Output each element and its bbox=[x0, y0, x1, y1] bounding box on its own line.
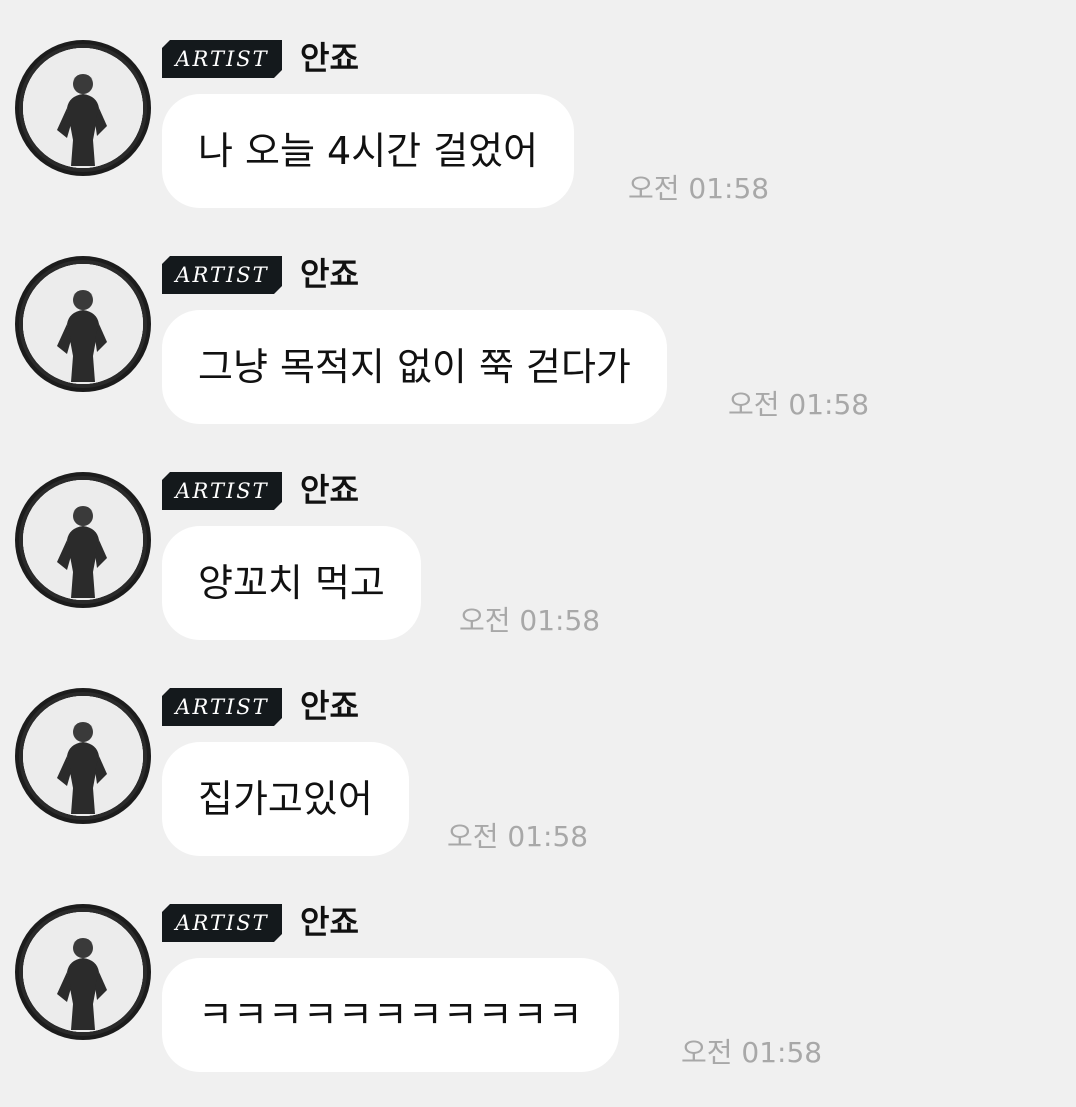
message-bubble[interactable]: 나 오늘 4시간 걸었어 bbox=[162, 94, 575, 208]
sender-name: 안죠 bbox=[300, 255, 359, 293]
avatar[interactable] bbox=[15, 40, 151, 176]
message-timestamp: 오전 01:58 bbox=[681, 1036, 823, 1069]
avatar[interactable] bbox=[15, 688, 151, 824]
avatar-photo-icon bbox=[23, 696, 143, 816]
chat-message: ARTIST 안죠 ㅋㅋㅋㅋㅋㅋㅋㅋㅋㅋㅋ 오전 01:58 bbox=[0, 903, 1076, 1104]
artist-badge: ARTIST bbox=[162, 40, 282, 78]
message-timestamp: 오전 01:58 bbox=[447, 820, 589, 853]
message-timestamp: 오전 01:58 bbox=[728, 388, 870, 421]
avatar-photo-icon bbox=[23, 264, 143, 384]
artist-badge: ARTIST bbox=[162, 904, 282, 942]
avatar-photo-icon bbox=[23, 480, 143, 600]
chat-thread: ARTIST 안죠 나 오늘 4시간 걸었어 오전 01:58 ARTIST 안… bbox=[0, 0, 1076, 1107]
chat-message: ARTIST 안죠 나 오늘 4시간 걸었어 오전 01:58 bbox=[0, 39, 1076, 240]
avatar[interactable] bbox=[15, 904, 151, 1040]
message-bubble[interactable]: 그냥 목적지 없이 쭉 걷다가 bbox=[162, 310, 667, 424]
message-bubble[interactable]: 집가고있어 bbox=[162, 742, 409, 856]
sender-name: 안죠 bbox=[300, 687, 359, 725]
sender-name: 안죠 bbox=[300, 903, 359, 941]
chat-message: ARTIST 안죠 양꼬치 먹고 오전 01:58 bbox=[0, 471, 1076, 672]
avatar[interactable] bbox=[15, 472, 151, 608]
avatar-photo-icon bbox=[23, 912, 143, 1032]
message-bubble[interactable]: ㅋㅋㅋㅋㅋㅋㅋㅋㅋㅋㅋ bbox=[162, 958, 619, 1072]
chat-message: ARTIST 안죠 집가고있어 오전 01:58 bbox=[0, 687, 1076, 888]
artist-badge: ARTIST bbox=[162, 688, 282, 726]
sender-name: 안죠 bbox=[300, 471, 359, 509]
avatar[interactable] bbox=[15, 256, 151, 392]
message-timestamp: 오전 01:58 bbox=[628, 172, 770, 205]
artist-badge: ARTIST bbox=[162, 472, 282, 510]
message-bubble[interactable]: 양꼬치 먹고 bbox=[162, 526, 421, 640]
sender-name: 안죠 bbox=[300, 39, 359, 77]
avatar-photo-icon bbox=[23, 48, 143, 168]
artist-badge: ARTIST bbox=[162, 256, 282, 294]
chat-message: ARTIST 안죠 그냥 목적지 없이 쭉 걷다가 오전 01:58 bbox=[0, 255, 1076, 456]
message-timestamp: 오전 01:58 bbox=[459, 604, 601, 637]
